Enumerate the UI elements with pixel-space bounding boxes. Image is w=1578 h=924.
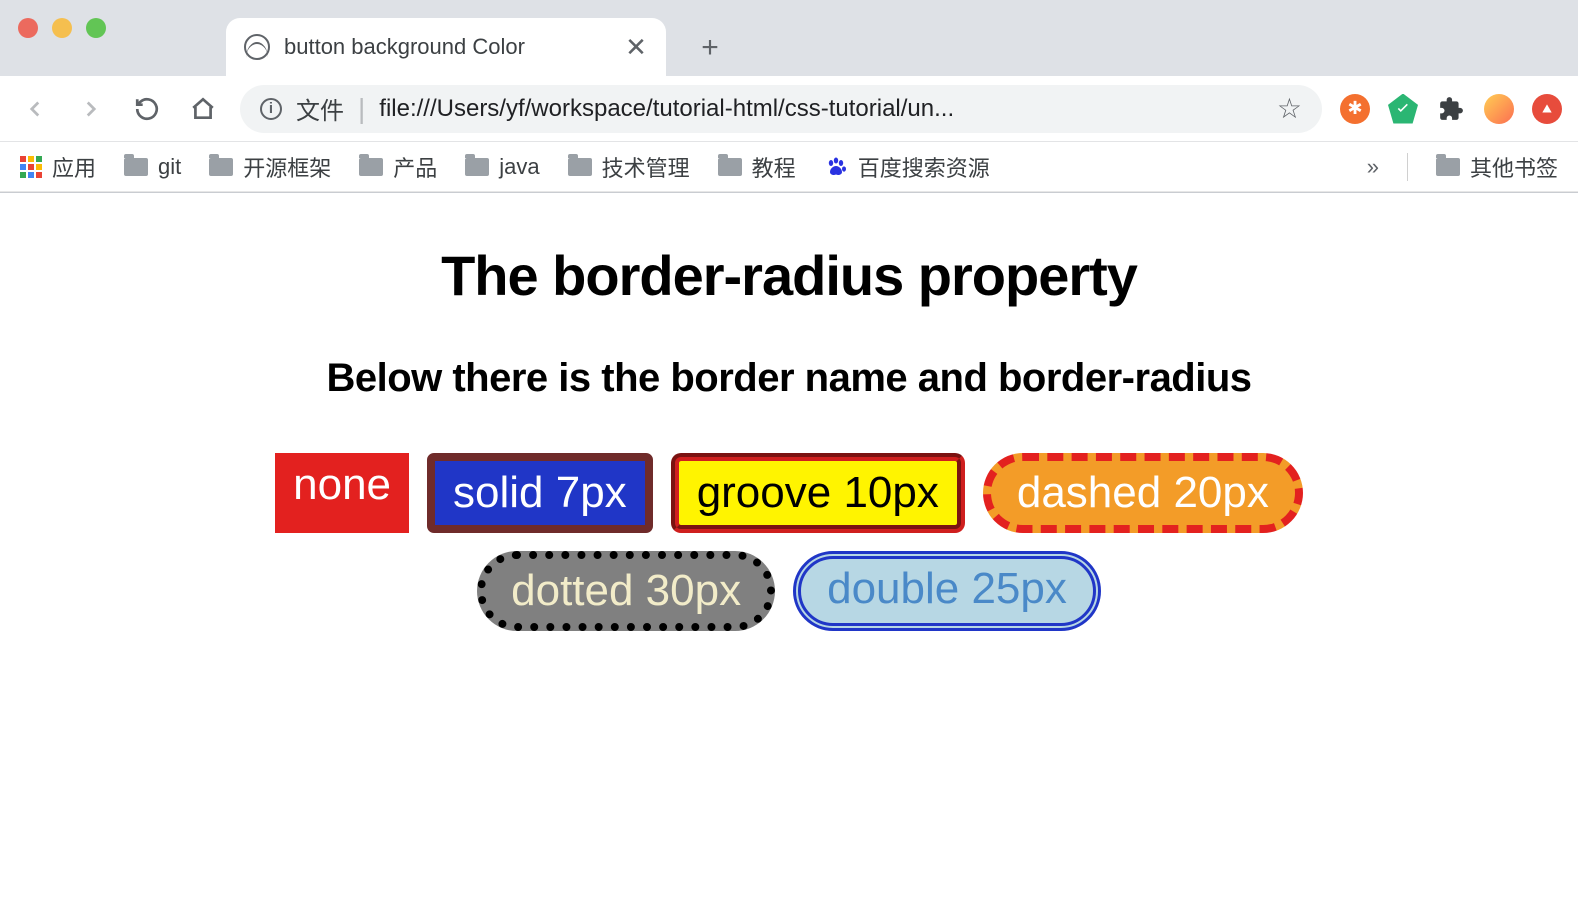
tab-strip: button background Color ✕ + [0, 0, 1578, 76]
chip-double: double 25px [793, 551, 1101, 631]
baidu-paw-icon [824, 155, 848, 179]
page-content: The border-radius property Below there i… [0, 193, 1578, 681]
bookmark-label: 教程 [752, 151, 796, 183]
extension-icon-3[interactable] [1532, 94, 1562, 124]
back-button[interactable] [16, 90, 54, 128]
extension-icon-2[interactable] [1388, 94, 1418, 124]
site-info-icon[interactable]: i [260, 98, 282, 120]
home-button[interactable] [184, 90, 222, 128]
bookmark-label: 应用 [52, 151, 96, 183]
minimize-window-button[interactable] [52, 18, 72, 38]
maximize-window-button[interactable] [86, 18, 106, 38]
reload-button[interactable] [128, 90, 166, 128]
bookmark-label: 技术管理 [602, 151, 690, 183]
bookmark-folder-opensource[interactable]: 开源框架 [209, 151, 331, 183]
apps-grid-icon [20, 156, 42, 178]
chip-dashed: dashed 20px [983, 453, 1303, 533]
globe-icon [244, 34, 270, 60]
tab-close-button[interactable]: ✕ [624, 32, 648, 63]
bookmark-folder-other[interactable]: 其他书签 [1436, 151, 1558, 183]
url-separator: | [358, 93, 365, 125]
extension-icon-1[interactable]: ✱ [1340, 94, 1370, 124]
bookmark-folder-tutorial[interactable]: 教程 [718, 151, 796, 183]
folder-icon [1436, 158, 1460, 176]
close-window-button[interactable] [18, 18, 38, 38]
extensions-menu-icon[interactable] [1436, 94, 1466, 124]
chip-dotted: dotted 30px [477, 551, 775, 631]
page-heading: The border-radius property [20, 243, 1558, 308]
bookmark-star-icon[interactable]: ☆ [1277, 92, 1302, 125]
bookmarks-overflow-button[interactable]: » [1367, 154, 1379, 180]
extension-icons: ✱ [1340, 94, 1562, 124]
browser-chrome: button background Color ✕ + i 文件 | file:… [0, 0, 1578, 193]
forward-button[interactable] [72, 90, 110, 128]
bookmark-folder-techmgmt[interactable]: 技术管理 [568, 151, 690, 183]
bookmark-label: 产品 [393, 151, 437, 183]
border-examples: none solid 7px groove 10px dashed 20px d… [189, 453, 1389, 631]
browser-tab[interactable]: button background Color ✕ [226, 18, 666, 76]
chip-groove: groove 10px [671, 453, 965, 533]
folder-icon [718, 158, 742, 176]
bookmark-folder-product[interactable]: 产品 [359, 151, 437, 183]
bookmarks-bar: 应用 git 开源框架 产品 java 技术管理 教程 百度搜索资源 [0, 142, 1578, 192]
window-controls [18, 0, 226, 76]
tab-title: button background Color [284, 34, 610, 60]
bookmark-label: java [499, 154, 539, 180]
bookmark-label: git [158, 154, 181, 180]
folder-icon [124, 158, 148, 176]
folder-icon [568, 158, 592, 176]
address-bar[interactable]: i 文件 | file:///Users/yf/workspace/tutori… [240, 85, 1322, 133]
chip-none: none [275, 453, 409, 533]
bookmark-folder-java[interactable]: java [465, 154, 539, 180]
folder-icon [359, 158, 383, 176]
bookmark-label: 开源框架 [243, 151, 331, 183]
chip-solid: solid 7px [427, 453, 653, 533]
browser-toolbar: i 文件 | file:///Users/yf/workspace/tutori… [0, 76, 1578, 142]
folder-icon [465, 158, 489, 176]
page-subheading: Below there is the border name and borde… [20, 356, 1558, 401]
bookmark-label: 其他书签 [1470, 151, 1558, 183]
url-scheme-label: 文件 [296, 91, 344, 126]
bookmark-apps[interactable]: 应用 [20, 151, 96, 183]
folder-icon [209, 158, 233, 176]
url-text: file:///Users/yf/workspace/tutorial-html… [379, 95, 1263, 123]
divider [1407, 153, 1408, 181]
profile-avatar-icon[interactable] [1484, 94, 1514, 124]
bookmark-label: 百度搜索资源 [858, 151, 990, 183]
new-tab-button[interactable]: + [690, 28, 730, 68]
bookmark-baidu[interactable]: 百度搜索资源 [824, 151, 990, 183]
bookmark-folder-git[interactable]: git [124, 154, 181, 180]
